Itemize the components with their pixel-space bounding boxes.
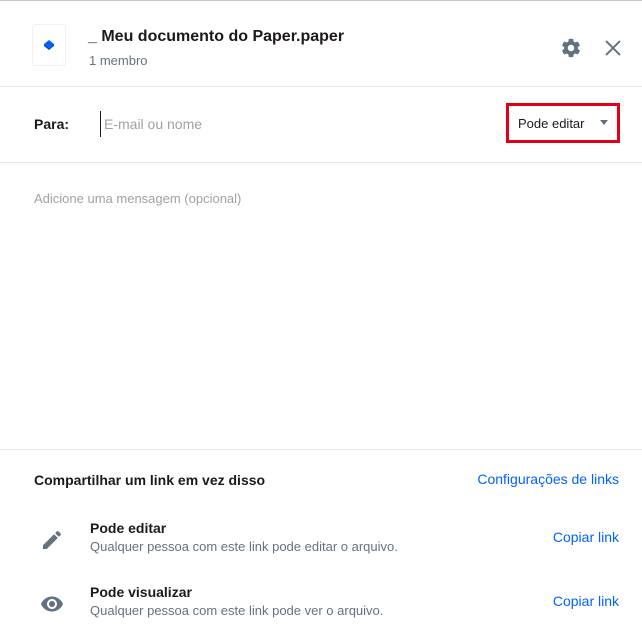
link-option-description: Qualquer pessoa com este link pode edita… [90, 539, 398, 554]
copy-link-edit-button[interactable]: Copiar link [553, 529, 619, 545]
eye-icon [40, 592, 64, 616]
permission-dropdown[interactable]: Pode editar [506, 103, 620, 143]
link-option-description: Qualquer pessoa com este link pode ver o… [90, 603, 384, 618]
close-button[interactable] [602, 37, 624, 59]
link-option-title: Pode editar [90, 520, 167, 536]
paper-doc-icon [33, 25, 65, 65]
dialog-header: _ Meu documento do Paper.paper 1 membro [0, 1, 642, 87]
chevron-down-icon [600, 120, 608, 125]
copy-link-view-button[interactable]: Copiar link [553, 593, 619, 609]
link-option-edit: Pode editar Qualquer pessoa com este lin… [0, 520, 642, 570]
settings-button[interactable] [560, 37, 582, 59]
share-dialog: _ Meu documento do Paper.paper 1 membro … [0, 0, 642, 644]
member-count: 1 membro [89, 53, 148, 68]
document-title: _ Meu documento do Paper.paper [88, 28, 345, 45]
share-link-section: Compartilhar um link em vez disso Config… [0, 449, 642, 644]
close-icon [605, 40, 621, 56]
link-option-title: Pode visualizar [90, 584, 192, 600]
link-option-view: Pode visualizar Qualquer pessoa com este… [0, 584, 642, 634]
recipient-input[interactable] [100, 111, 484, 137]
gear-icon [562, 38, 580, 58]
recipient-label: Para: [34, 116, 70, 132]
recipient-row: Para: Pode editar [0, 87, 642, 163]
pencil-icon [40, 528, 64, 552]
link-settings-link[interactable]: Configurações de links [477, 471, 619, 487]
permission-selected: Pode editar [518, 116, 585, 131]
share-link-heading: Compartilhar um link em vez disso [34, 472, 266, 488]
message-input[interactable] [34, 191, 614, 431]
